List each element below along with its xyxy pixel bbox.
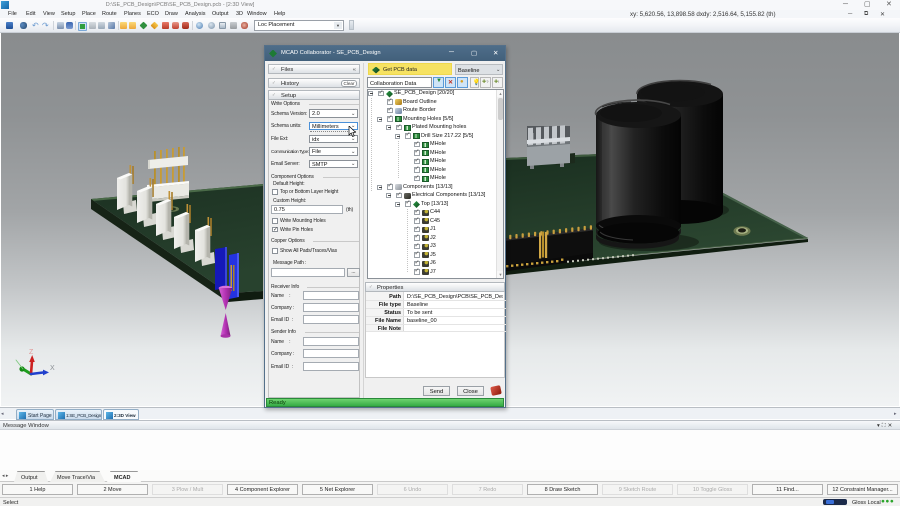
- svg-text:X: X: [50, 365, 55, 372]
- svg-text:Z: Z: [29, 349, 34, 356]
